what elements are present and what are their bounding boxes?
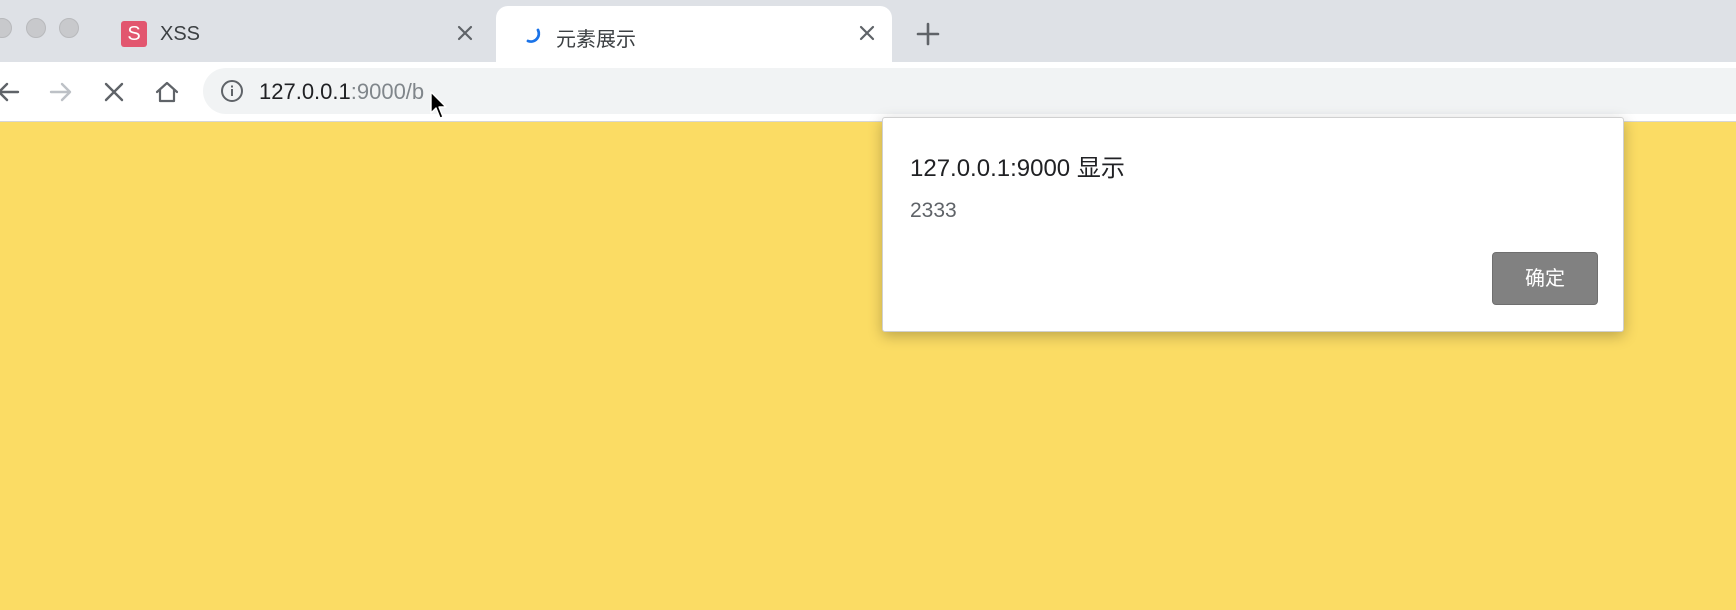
url-path: :9000/b (350, 79, 425, 104)
info-icon[interactable] (220, 79, 244, 103)
arrow-left-icon[interactable] (0, 78, 22, 106)
tab-strip: S XSS 元素展示 (0, 0, 1736, 62)
tab-element-display[interactable]: 元素展示 (496, 6, 892, 62)
ok-button[interactable]: 确定 (1492, 252, 1598, 305)
dialog-message: 2333 (910, 199, 957, 222)
window-minimize-light[interactable] (26, 18, 46, 38)
alert-dialog: 127.0.0.1:9000 显示 2333 确定 (882, 117, 1624, 332)
url-host: 127.0.0.1 (259, 79, 351, 104)
url-text[interactable]: 127.0.0.1:9000/b (259, 79, 424, 105)
loading-spinner-icon (526, 28, 541, 43)
site-favicon-icon: S (121, 21, 147, 47)
tab-title: XSS (160, 23, 201, 45)
mouse-cursor-icon (430, 91, 447, 119)
tab-xss[interactable]: S XSS (100, 6, 490, 62)
arrow-right-icon[interactable] (47, 78, 75, 106)
dialog-title: 127.0.0.1:9000 显示 (910, 155, 1125, 182)
window-zoom-light[interactable] (59, 18, 79, 38)
close-icon[interactable] (854, 20, 880, 46)
plus-icon[interactable] (914, 20, 942, 48)
close-icon[interactable] (100, 78, 128, 106)
browser-toolbar: 127.0.0.1:9000/b (0, 62, 1736, 122)
close-icon[interactable] (452, 20, 478, 46)
tab-title: 元素展示 (556, 29, 636, 51)
window-close-light[interactable] (0, 18, 12, 38)
home-icon[interactable] (153, 78, 181, 106)
browser-window: S XSS 元素展示 127.0.0.1:9000/b 127.0.0.1:90… (0, 0, 1736, 610)
